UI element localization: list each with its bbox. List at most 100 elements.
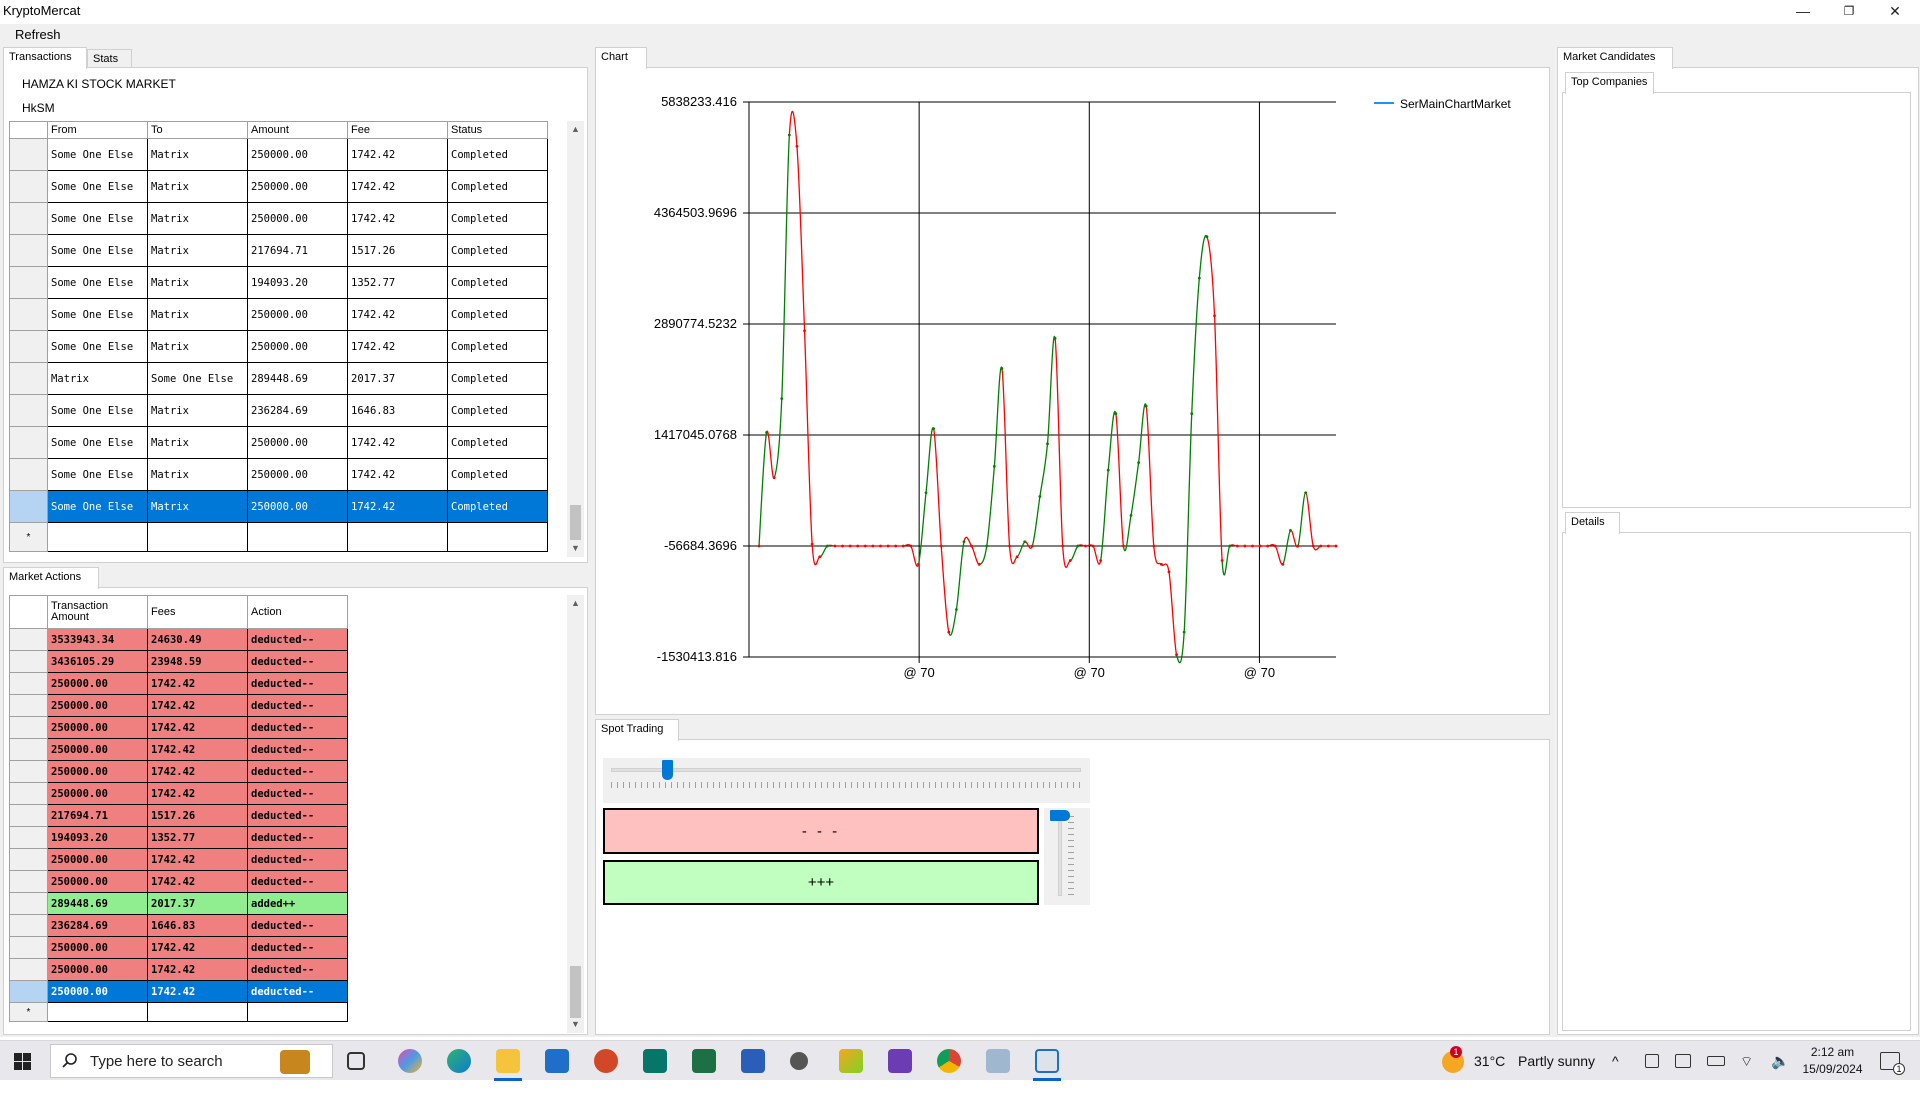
table-cell[interactable]: deducted-- [247,738,348,761]
column-header[interactable]: Amount [247,121,348,139]
table-cell[interactable]: 1646.83 [147,914,248,937]
column-header[interactable]: Action [247,595,348,629]
row-header[interactable] [9,716,48,739]
empty-cell[interactable] [247,522,348,552]
table-row[interactable]: 250000.00 1742.42 deducted-- [9,716,348,739]
kryptomercat-app-icon[interactable] [1035,1049,1059,1073]
table-cell[interactable]: deducted-- [247,782,348,805]
empty-cell[interactable] [147,1002,248,1022]
refresh-menu-item[interactable]: Refresh [15,27,61,42]
table-cell[interactable]: 1742.42 [347,138,448,171]
market-actions-grid[interactable]: Transaction Amount Fees Action 3533943.34 2… [9,595,348,1022]
row-header[interactable] [9,298,48,331]
table-row[interactable]: Some One Else Matrix 250000.00 1742.42 Compl… [9,330,548,363]
table-cell[interactable]: 3436105.29 [47,650,148,673]
buy-button[interactable]: +++ [603,860,1039,905]
table-cell[interactable]: Some One Else [47,234,148,267]
table-cell[interactable]: Completed [447,362,548,395]
row-header[interactable] [9,914,48,937]
table-row[interactable]: 250000.00 1742.42 deducted-- [9,848,348,871]
table-cell[interactable]: 1742.42 [147,870,248,893]
table-cell[interactable]: 1352.77 [147,826,248,849]
tab-top-companies[interactable]: Top Companies [1565,72,1654,94]
new-row[interactable]: * [9,522,548,552]
table-cell[interactable]: 23948.59 [147,650,248,673]
table-row[interactable]: 217694.71 1517.26 deducted-- [9,804,348,827]
tab-details[interactable]: Details [1565,512,1620,534]
table-cell[interactable]: 1352.77 [347,266,448,299]
meet-icon[interactable] [1645,1054,1659,1068]
row-header[interactable] [9,490,48,523]
table-cell[interactable]: 250000.00 [47,782,148,805]
table-row[interactable]: 250000.00 1742.42 deducted-- [9,870,348,893]
row-header[interactable] [9,266,48,299]
table-cell[interactable]: 250000.00 [47,760,148,783]
table-cell[interactable]: 1742.42 [147,760,248,783]
empty-cell[interactable] [47,522,148,552]
tab-stats[interactable]: Stats [87,49,132,69]
table-cell[interactable]: 1742.42 [347,426,448,459]
table-cell[interactable]: Matrix [147,170,248,203]
table-cell[interactable]: Matrix [147,426,248,459]
table-cell[interactable]: 250000.00 [47,980,148,1003]
word-icon[interactable] [741,1049,765,1073]
column-header[interactable]: From [47,121,148,139]
table-cell[interactable]: 194093.20 [47,826,148,849]
table-cell[interactable]: Some One Else [47,426,148,459]
table-cell[interactable]: 1742.42 [347,170,448,203]
row-header[interactable] [9,870,48,893]
table-cell[interactable]: deducted-- [247,672,348,695]
powerpoint-icon[interactable] [594,1049,618,1073]
table-cell[interactable]: Matrix [147,202,248,235]
table-cell[interactable]: 1646.83 [347,394,448,427]
table-cell[interactable]: Some One Else [47,266,148,299]
table-cell[interactable]: 1517.26 [347,234,448,267]
column-header[interactable]: To [147,121,248,139]
table-row[interactable]: Some One Else Matrix 194093.20 1352.77 Compl… [9,266,548,299]
restore-button[interactable]: ❐ [1826,0,1872,22]
table-cell[interactable]: 217694.71 [247,234,348,267]
table-cell[interactable]: Completed [447,426,548,459]
table-cell[interactable]: Some One Else [47,490,148,523]
transactions-grid[interactable]: From To Amount Fee Status Some One Else Matri… [9,121,548,552]
chrome-icon[interactable] [937,1049,961,1073]
minimize-button[interactable]: — [1780,0,1826,22]
table-cell[interactable]: Some One Else [47,330,148,363]
table-row[interactable]: Some One Else Matrix 250000.00 1742.42 Compl… [9,170,548,203]
table-cell[interactable]: 250000.00 [47,848,148,871]
table-cell[interactable]: Some One Else [47,170,148,203]
table-cell[interactable]: Completed [447,330,548,363]
notifications-icon[interactable]: 1 [1880,1052,1905,1075]
table-cell[interactable]: 250000.00 [47,672,148,695]
row-header[interactable] [9,980,48,1003]
table-cell[interactable]: 289448.69 [47,892,148,915]
row-header[interactable] [9,672,48,695]
table-cell[interactable]: Some One Else [47,298,148,331]
slider-thumb[interactable] [1050,810,1070,821]
scroll-up-arrow-icon[interactable]: ▲ [567,121,584,138]
table-cell[interactable]: deducted-- [247,804,348,827]
scroll-up-arrow-icon[interactable]: ▲ [567,595,584,612]
table-cell[interactable]: deducted-- [247,716,348,739]
empty-cell[interactable] [147,522,248,552]
table-cell[interactable]: 24630.49 [147,628,248,651]
table-cell[interactable]: 250000.00 [247,330,348,363]
table-cell[interactable]: Matrix [147,138,248,171]
row-header[interactable] [9,458,48,491]
table-cell[interactable]: 1742.42 [147,936,248,959]
table-cell[interactable]: 1517.26 [147,804,248,827]
unity-icon[interactable] [790,1052,808,1070]
table-cell[interactable]: 2017.37 [347,362,448,395]
visual-studio-icon[interactable] [888,1049,912,1073]
table-cell[interactable]: Some One Else [147,362,248,395]
column-header[interactable]: Fee [347,121,448,139]
scroll-thumb[interactable] [570,505,581,540]
table-cell[interactable]: 250000.00 [47,870,148,893]
row-header[interactable] [9,892,48,915]
row-header[interactable] [9,804,48,827]
table-cell[interactable]: Matrix [147,266,248,299]
table-cell[interactable]: Completed [447,170,548,203]
table-row[interactable]: 250000.00 1742.42 deducted-- [9,980,348,1003]
table-row[interactable]: 236284.69 1646.83 deducted-- [9,914,348,937]
table-cell[interactable]: 1742.42 [147,980,248,1003]
